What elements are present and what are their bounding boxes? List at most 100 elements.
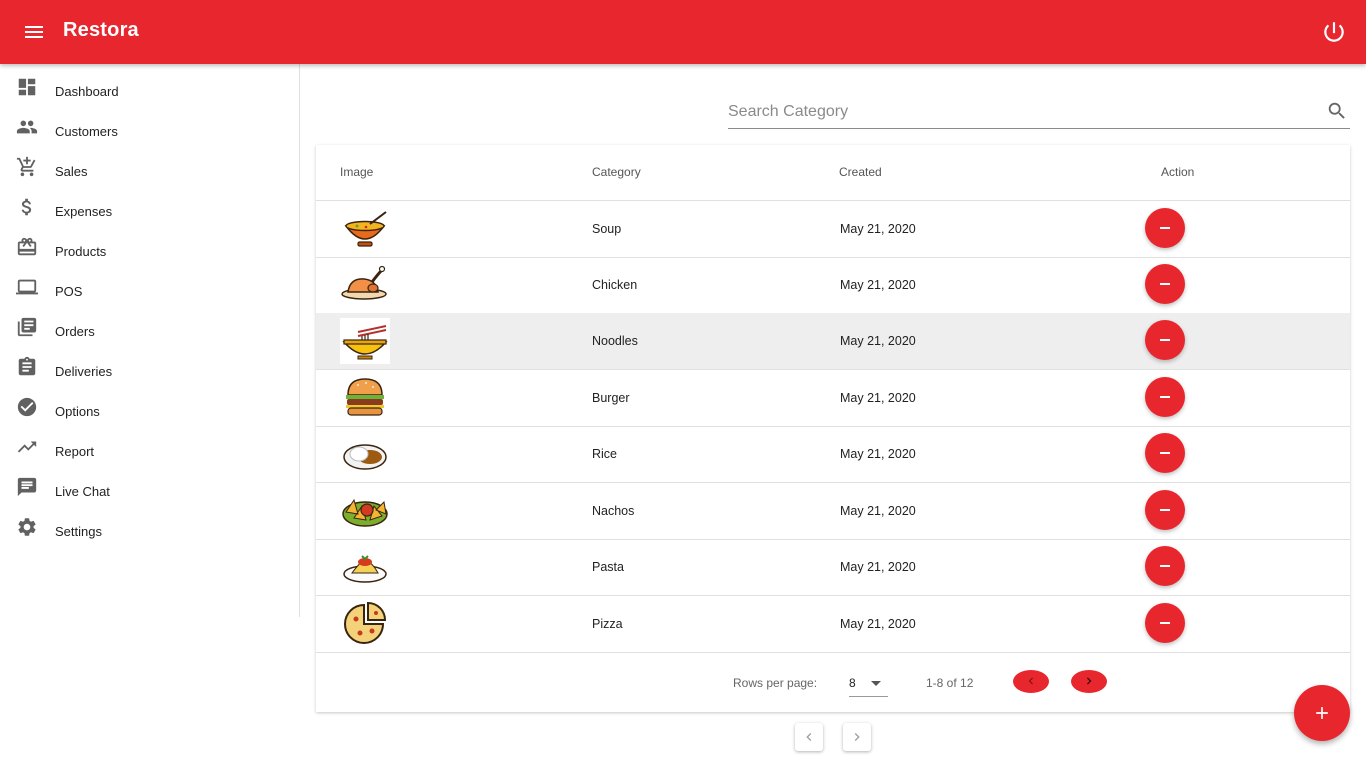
check-circle-icon xyxy=(17,397,37,417)
curry-rice-icon xyxy=(343,444,387,470)
category-name: Noodles xyxy=(592,334,638,348)
sidebar-item-label: Settings xyxy=(55,524,102,539)
dollar-icon xyxy=(21,198,32,216)
add-shopping-cart-icon xyxy=(16,156,36,177)
people-icon xyxy=(16,120,38,134)
sidebar-item-label: Expenses xyxy=(55,204,113,219)
category-name: Pasta xyxy=(592,560,624,574)
menu-icon[interactable] xyxy=(22,20,46,44)
dropdown-arrow-icon xyxy=(871,681,881,686)
sidebar-item-label: Options xyxy=(55,404,100,419)
minus-icon xyxy=(1160,227,1170,229)
sidebar-item-options[interactable]: Options xyxy=(0,388,299,428)
sidebar-item-expenses[interactable]: Expenses xyxy=(0,188,299,228)
category-table: Image Category Created Action Soup May 2… xyxy=(316,145,1350,712)
app-bar: Restora xyxy=(0,0,1366,64)
created-date: May 21, 2020 xyxy=(840,278,916,292)
minus-icon xyxy=(1160,396,1170,398)
sidebar-item-pos[interactable]: POS xyxy=(0,268,299,308)
chevron-left-icon xyxy=(806,733,812,741)
created-date: May 21, 2020 xyxy=(840,504,916,518)
rows-per-page-select[interactable]: 8 xyxy=(849,673,888,697)
delete-button[interactable] xyxy=(1145,208,1185,248)
minus-icon xyxy=(1160,622,1170,624)
sidebar-item-label: Sales xyxy=(55,164,88,179)
created-date: May 21, 2020 xyxy=(840,222,916,236)
card-giftcard-icon xyxy=(17,237,37,256)
burger-icon xyxy=(346,378,384,416)
category-name: Nachos xyxy=(592,504,635,518)
table-row: Nachos May 21, 2020 xyxy=(316,483,1350,540)
minus-icon xyxy=(1160,339,1170,341)
chevron-left-icon xyxy=(1028,677,1033,685)
column-header-created: Created xyxy=(839,165,882,179)
chat-icon xyxy=(17,477,37,497)
chevron-right-icon xyxy=(854,733,860,741)
power-icon[interactable] xyxy=(1321,19,1347,45)
rows-per-page-value: 8 xyxy=(849,676,856,690)
table-row: Noodles May 21, 2020 xyxy=(316,313,1350,370)
sidebar-item-customers[interactable]: Customers xyxy=(0,108,299,148)
trending-up-icon xyxy=(17,441,37,453)
page-range: 1-8 of 12 xyxy=(926,676,974,690)
sidebar-item-dashboard[interactable]: Dashboard xyxy=(0,68,299,108)
add-category-button[interactable] xyxy=(1294,685,1350,741)
column-header-image: Image xyxy=(340,165,374,179)
next-page-button[interactable] xyxy=(1071,670,1107,693)
category-name: Pizza xyxy=(592,617,623,631)
table-row: Burger May 21, 2020 xyxy=(316,370,1350,427)
category-name: Rice xyxy=(592,447,618,461)
delete-button[interactable] xyxy=(1145,546,1185,586)
app-title: Restora xyxy=(63,19,139,41)
search-icon[interactable] xyxy=(1326,100,1348,122)
category-name: Chicken xyxy=(592,278,638,292)
sidebar-item-label: Live Chat xyxy=(55,484,110,499)
delete-button[interactable] xyxy=(1145,490,1185,530)
minus-icon xyxy=(1160,509,1170,511)
created-date: May 21, 2020 xyxy=(840,391,916,405)
pizza-icon xyxy=(344,601,387,644)
rows-per-page-label: Rows per page: xyxy=(733,676,818,690)
minus-icon xyxy=(1160,565,1170,567)
column-header-category: Category xyxy=(592,165,641,179)
delete-button[interactable] xyxy=(1145,320,1185,360)
sidebar-item-deliveries[interactable]: Deliveries xyxy=(0,348,299,388)
sidebar-item-products[interactable]: Products xyxy=(0,228,299,268)
delete-button[interactable] xyxy=(1145,264,1185,304)
table-row: Pasta May 21, 2020 xyxy=(316,539,1350,596)
pasta-icon xyxy=(343,555,387,583)
plus-icon xyxy=(1316,707,1328,719)
table-pagination: Rows per page: 8 1-8 of 12 xyxy=(316,653,1350,712)
scroll-left-button[interactable] xyxy=(795,723,823,751)
sidebar-item-live-chat[interactable]: Live Chat xyxy=(0,468,299,508)
dashboard-icon xyxy=(18,78,36,96)
table-row: Pizza May 21, 2020 xyxy=(316,596,1350,653)
noodle-bowl-icon xyxy=(340,318,390,364)
sidebar-item-label: Orders xyxy=(55,324,95,339)
library-books-icon xyxy=(17,317,37,337)
category-name: Soup xyxy=(592,222,622,236)
assignment-icon xyxy=(18,356,36,376)
delete-button[interactable] xyxy=(1145,377,1185,417)
table-row: Rice May 21, 2020 xyxy=(316,426,1350,483)
created-date: May 21, 2020 xyxy=(840,560,916,574)
sidebar-item-orders[interactable]: Orders xyxy=(0,308,299,348)
sidebar-item-settings[interactable]: Settings xyxy=(0,508,299,548)
sidebar-item-label: Dashboard xyxy=(55,84,119,99)
roast-chicken-icon xyxy=(341,265,387,300)
category-name: Burger xyxy=(592,391,630,405)
table-row: Soup May 21, 2020 xyxy=(316,201,1350,258)
sidebar-item-sales[interactable]: Sales xyxy=(0,148,299,188)
minus-icon xyxy=(1160,452,1170,454)
delete-button[interactable] xyxy=(1145,433,1185,473)
previous-page-button[interactable] xyxy=(1013,670,1049,693)
sidebar-item-label: Deliveries xyxy=(55,364,113,379)
search-input[interactable] xyxy=(728,100,1308,124)
sidebar-item-label: Customers xyxy=(55,124,118,139)
chevron-right-icon xyxy=(1087,677,1092,685)
sidebar-item-label: Report xyxy=(55,444,95,459)
delete-button[interactable] xyxy=(1145,603,1185,643)
sidebar-item-label: POS xyxy=(55,284,83,299)
sidebar-item-report[interactable]: Report xyxy=(0,428,299,468)
scroll-right-button[interactable] xyxy=(843,723,871,751)
